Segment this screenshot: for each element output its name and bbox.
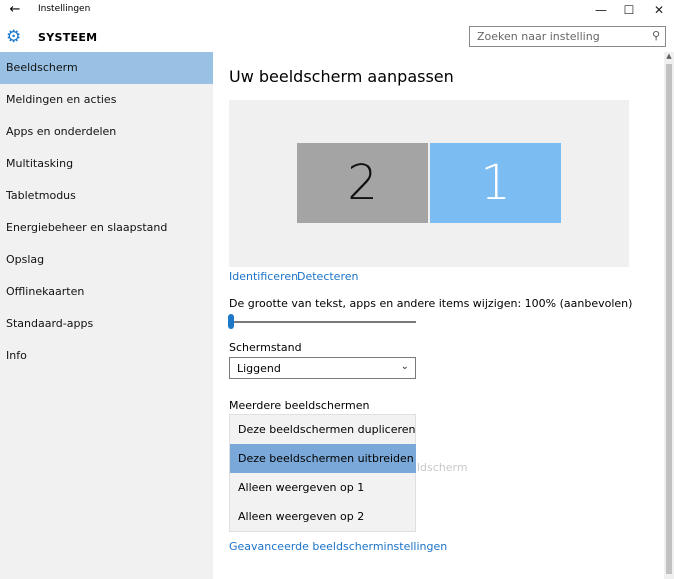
identify-link[interactable]: Identificeren [229,270,298,283]
option-show-only-1[interactable]: Alleen weergeven op 1 [230,473,416,502]
window-title: Instellingen [38,4,91,14]
option-show-only-2[interactable]: Alleen weergeven op 2 [230,502,416,531]
obscured-text: ldscherm [417,461,468,474]
scrollbar[interactable]: ▲ [664,52,674,579]
sidebar-item-energiebeheer[interactable]: Energiebeheer en slaapstand [0,212,213,244]
search-input[interactable]: Zoeken naar instelling ⚲ [469,26,666,47]
orientation-label: Schermstand [229,341,302,354]
multiple-displays-dropdown[interactable]: Deze beeldschermen dupliceren Deze beeld… [229,414,416,532]
orientation-value: Liggend [237,362,281,375]
search-placeholder: Zoeken naar instelling [477,30,600,43]
sidebar-item-info[interactable]: Info [0,340,213,372]
orientation-select[interactable]: Liggend ⌄ [229,357,416,379]
maximize-button[interactable]: ☐ [614,0,644,20]
detect-link[interactable]: Detecteren [297,270,358,283]
minimize-button[interactable]: — [586,0,616,20]
scroll-up-icon[interactable]: ▲ [664,52,674,62]
scale-slider-thumb[interactable] [228,314,234,329]
sidebar-item-opslag[interactable]: Opslag [0,244,213,276]
page-title: Uw beeldscherm aanpassen [229,67,454,86]
chevron-down-icon: ⌄ [400,361,409,372]
scrollbar-thumb[interactable] [666,64,672,574]
sidebar-item-standaard-apps[interactable]: Standaard-apps [0,308,213,340]
section-title: SYSTEEM [38,31,98,44]
gear-icon: ⚙ [6,27,22,47]
sidebar-item-apps[interactable]: Apps en onderdelen [0,116,213,148]
close-button[interactable]: ✕ [644,0,674,20]
search-icon[interactable]: ⚲ [652,29,660,42]
sidebar-item-multitasking[interactable]: Multitasking [0,148,213,180]
monitor-2-number: 2 [347,155,378,211]
option-extend[interactable]: Deze beeldschermen uitbreiden [230,444,416,473]
advanced-display-settings-link[interactable]: Geavanceerde beeldscherminstellingen [229,540,447,553]
sidebar-item-offlinekaarten[interactable]: Offlinekaarten [0,276,213,308]
monitor-1-number: 1 [480,155,511,211]
option-duplicate[interactable]: Deze beeldschermen dupliceren [230,415,416,444]
scale-slider-track[interactable] [229,321,416,323]
back-arrow-icon[interactable]: ← [6,2,24,18]
multiple-displays-label: Meerdere beeldschermen [229,399,370,412]
sidebar: Beeldscherm Meldingen en acties Apps en … [0,52,213,579]
sidebar-item-meldingen[interactable]: Meldingen en acties [0,84,213,116]
scale-label: De grootte van tekst, apps en andere ite… [229,297,633,310]
title-bar: ← Instellingen — ☐ ✕ [0,0,674,20]
sidebar-item-beeldscherm[interactable]: Beeldscherm [0,52,213,84]
sidebar-item-tabletmodus[interactable]: Tabletmodus [0,180,213,212]
monitor-1[interactable]: 1 [430,143,561,223]
monitor-2[interactable]: 2 [297,143,428,223]
display-arrangement-area: 2 1 [229,100,629,267]
